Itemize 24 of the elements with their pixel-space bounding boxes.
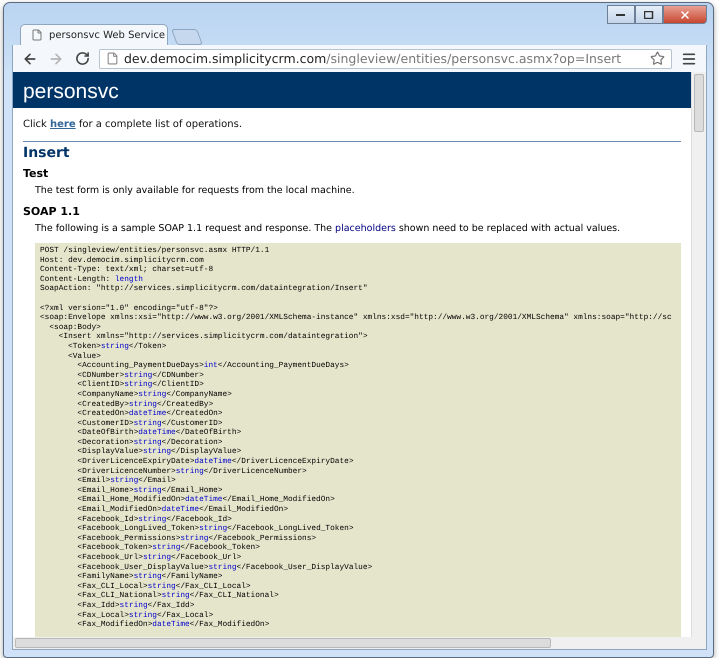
operation-title: Insert [23,145,71,161]
section-heading: SOAP 1.1 [23,205,81,218]
close-button[interactable] [663,5,707,24]
star-icon[interactable] [650,51,665,66]
intro-text: Click here for a complete list of operations. [23,119,244,130]
horizontal-scrollbar[interactable] [13,637,706,649]
vertical-scrollbar[interactable] [691,72,706,637]
address-bar[interactable]: dev.democim.simplicitycrm.com/singleview/entities/personsvc.asmx?op=Insert [99,48,672,68]
section-text: The test form is only available for requests from the local machine. [35,185,356,196]
minimize-icon [616,12,626,16]
tab-title: personsvc Web Service [49,30,166,40]
maximize-button[interactable] [635,5,663,24]
reload-button[interactable] [73,50,91,68]
service-title: personsvc [23,80,119,104]
browser-tab[interactable]: personsvc Web Service [20,24,168,45]
url-text: dev.democim.simplicitycrm.com/singleview/entities/personsvc.asmx?op=Insert [124,51,622,66]
page-icon [106,52,119,65]
minimize-button[interactable] [607,5,635,24]
operations-link[interactable]: here [50,119,76,130]
page-icon [31,29,43,41]
close-icon [679,8,691,20]
maximize-icon [644,10,654,18]
section-text: The following is a sample SOAP 1.1 request and response. The placeholders shown need to be replaced with actual values. [35,223,622,234]
section-heading: Test [23,167,50,180]
